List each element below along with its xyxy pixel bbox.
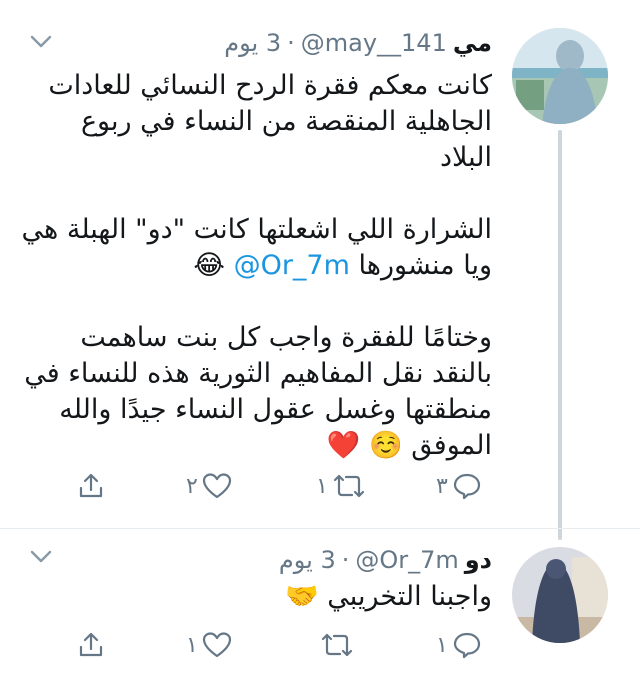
- text-line: الجاهلية المنقصة من النساء في ربوع: [80, 106, 492, 137]
- display-name[interactable]: دو: [465, 546, 492, 574]
- reply-icon: [452, 630, 482, 660]
- heart-icon: [202, 472, 232, 500]
- avatar[interactable]: [512, 28, 608, 124]
- reply-count: ١: [436, 632, 448, 658]
- retweet-count: ١: [316, 473, 328, 499]
- separator-dot: ·: [341, 546, 350, 574]
- like-count: ٢: [186, 473, 198, 499]
- closing-line: الموفق ☺️ ❤️: [32, 428, 492, 464]
- tweet-actions: ٢ ١ ٣: [68, 468, 508, 504]
- retweet-icon: [320, 631, 354, 659]
- text-line: منطقتها وغسل عقول النساء جيدًا والله: [59, 394, 492, 425]
- text-line: كانت معكم فقرة الردح النسائي للعادات: [48, 70, 492, 101]
- tweet-1[interactable]: مي @may__141 · 3 يوم كانت معكم فقرة الرد…: [0, 0, 640, 540]
- retweet-button[interactable]: [316, 627, 354, 663]
- text-fragment: الموفق: [411, 430, 492, 461]
- mention-line: ويا منشورها @Or_7m 😂: [32, 248, 492, 284]
- share-button[interactable]: [76, 627, 106, 663]
- text-line: واجبنا التخريبي 🤝: [32, 579, 492, 615]
- share-button[interactable]: [76, 468, 106, 504]
- text-line: الشرارة اللي اشعلتها كانت "دو" الهبلة هي: [21, 214, 492, 245]
- tweet-actions: ١ ١: [68, 627, 508, 663]
- like-button[interactable]: ١: [186, 627, 232, 663]
- reply-button[interactable]: ١: [436, 627, 482, 663]
- tweet-2[interactable]: دو @Or_7m · 3 يوم واجبنا التخريبي 🤝 ١ ١: [0, 535, 640, 687]
- display-name[interactable]: مي: [453, 29, 492, 57]
- timestamp[interactable]: 3 يوم: [224, 29, 281, 57]
- text-line: البلاد: [439, 142, 492, 173]
- heart-icon: [202, 631, 232, 659]
- mention-link[interactable]: @Or_7m: [234, 250, 350, 281]
- smile-heart-emoji: ☺️ ❤️: [326, 430, 403, 461]
- handle[interactable]: @may__141: [301, 29, 447, 57]
- tweet-text: واجبنا التخريبي 🤝: [32, 579, 492, 615]
- text-line: وختامًا للفقرة واجب كل بنت ساهمت: [80, 322, 492, 353]
- separator-dot: ·: [287, 29, 295, 57]
- chevron-down-icon[interactable]: [30, 34, 52, 50]
- reply-button[interactable]: ٣: [436, 468, 482, 504]
- handshake-emoji: 🤝: [285, 581, 319, 612]
- retweet-icon: [332, 472, 366, 500]
- thread-line: [558, 130, 562, 540]
- reply-icon: [452, 471, 482, 501]
- share-icon: [76, 471, 106, 501]
- text-line: بالنقد نقل المفاهيم الثورية هذه للنساء ف…: [24, 358, 492, 389]
- text-fragment: ويا منشورها: [349, 250, 492, 281]
- tweet-divider: [0, 528, 640, 529]
- tweet-text: كانت معكم فقرة الردح النسائي للعادات الج…: [21, 68, 492, 464]
- laughing-emoji: 😂: [193, 250, 234, 281]
- reply-count: ٣: [436, 473, 448, 499]
- like-count: ١: [186, 632, 198, 658]
- avatar[interactable]: [512, 547, 608, 643]
- retweet-button[interactable]: ١: [316, 468, 366, 504]
- timestamp[interactable]: 3 يوم: [279, 546, 336, 574]
- chevron-down-icon[interactable]: [30, 549, 52, 565]
- share-icon: [76, 630, 106, 660]
- tweet-header: مي @may__141 · 3 يوم: [224, 26, 492, 60]
- like-button[interactable]: ٢: [186, 468, 232, 504]
- text-fragment: واجبنا التخريبي: [327, 581, 492, 612]
- tweet-header: دو @Or_7m · 3 يوم: [279, 543, 492, 577]
- handle[interactable]: @Or_7m: [355, 546, 458, 574]
